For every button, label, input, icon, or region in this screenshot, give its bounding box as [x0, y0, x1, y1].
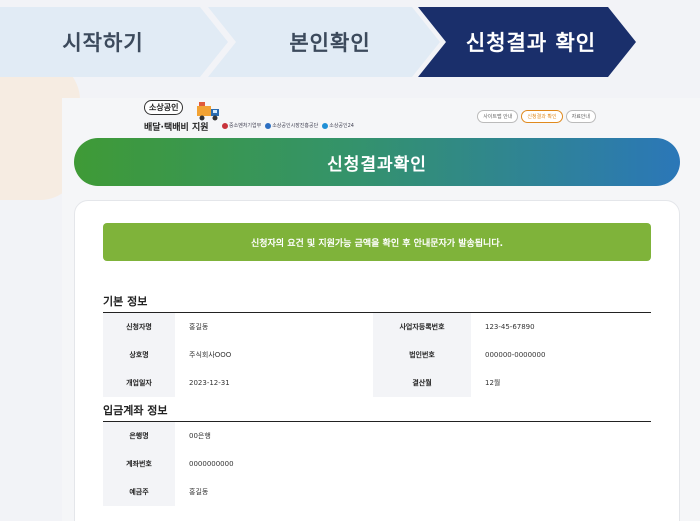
table-row: 은행명 00은행	[103, 421, 651, 450]
site-header: 소상공인 배달·택배비 지원 중소벤처기업부 소상공인시장진흥공단 소상공인24…	[62, 98, 700, 134]
account-info-title: 입금계좌 정보	[103, 404, 168, 417]
account-holder-label: 예금주	[103, 477, 175, 506]
account-info-table: 은행명 00은행 계좌번호 0000000000 예금주 홍길동	[103, 421, 651, 506]
basic-info-title: 기본 정보	[103, 295, 148, 308]
opening-date-label: 개업일자	[103, 368, 175, 397]
business-reg-number-label: 사업자등록번호	[373, 312, 471, 341]
corporate-number-value: 000000-0000000	[485, 350, 546, 359]
applicant-name-label: 신청자명	[103, 312, 175, 341]
result-panel: 신청자의 요건 및 지원가능 금액을 확인 후 안내문자가 발송됩니다. 기본 …	[74, 200, 680, 521]
organization-logos: 중소벤처기업부 소상공인시장진흥공단 소상공인24	[222, 122, 354, 129]
notice-text: 신청자의 요건 및 지원가능 금액을 확인 후 안내문자가 발송됩니다.	[250, 238, 504, 249]
table-row: 상호명 주식회사OOO 법인번호 000000-0000000	[103, 340, 651, 369]
step-start: 시작하기	[0, 7, 228, 77]
logo-title: 배달·택배비 지원	[144, 123, 209, 133]
logo-badge: 소상공인	[144, 100, 184, 115]
bank-name-value: 00은행	[189, 431, 211, 440]
notice-banner: 신청자의 요건 및 지원가능 금액을 확인 후 안내문자가 발송됩니다.	[103, 223, 651, 261]
page-title-banner: 신청결과확인	[74, 138, 680, 186]
org-semas: 소상공인시장진흥공단	[265, 122, 318, 129]
account-holder-value: 홍길동	[189, 487, 209, 496]
settlement-month-label: 결산월	[373, 368, 471, 397]
sitemap-button[interactable]: 사이트맵 안내	[477, 110, 519, 123]
step-result-check: 신청결과 확인	[418, 7, 636, 77]
result-page-preview: 소상공인 배달·택배비 지원 중소벤처기업부 소상공인시장진흥공단 소상공인24…	[62, 98, 700, 521]
account-number-label: 계좌번호	[103, 449, 175, 478]
company-name-value: 주식회사OOO	[189, 350, 232, 359]
org-sbiz24: 소상공인24	[322, 122, 354, 129]
org-mss: 중소벤처기업부	[222, 122, 261, 129]
company-name-label: 상호명	[103, 340, 175, 369]
applicant-name-value: 홍길동	[189, 322, 209, 331]
page-title: 신청결과확인	[327, 154, 427, 175]
table-row: 계좌번호 0000000000	[103, 449, 651, 478]
corporate-number-label: 법인번호	[373, 340, 471, 369]
bank-name-label: 은행명	[103, 421, 175, 450]
resources-button[interactable]: 자료안내	[565, 110, 596, 123]
opening-date-value: 2023-12-31	[189, 378, 230, 387]
step-identity-verification: 본인확인	[208, 7, 440, 77]
progress-stepper: 시작하기 본인확인 신청결과 확인	[0, 0, 700, 80]
table-row: 신청자명 홍길동 사업자등록번호 123-45-67890	[103, 312, 651, 341]
account-number-value: 0000000000	[189, 459, 234, 468]
table-row: 예금주 홍길동	[103, 477, 651, 506]
site-logo[interactable]: 소상공인 배달·택배비 지원 중소벤처기업부 소상공인시장진흥공단 소상공인24	[144, 100, 384, 134]
header-buttons: 사이트맵 안내 신청결과 확인 자료안내	[477, 110, 596, 123]
business-reg-number-value: 123-45-67890	[485, 322, 535, 331]
result-check-button[interactable]: 신청결과 확인	[521, 110, 563, 123]
basic-info-table: 신청자명 홍길동 사업자등록번호 123-45-67890 상호명 주식회사OO…	[103, 312, 651, 397]
settlement-month-value: 12월	[485, 378, 501, 387]
delivery-truck-icon	[197, 102, 219, 121]
table-row: 개업일자 2023-12-31 결산월 12월	[103, 368, 651, 397]
